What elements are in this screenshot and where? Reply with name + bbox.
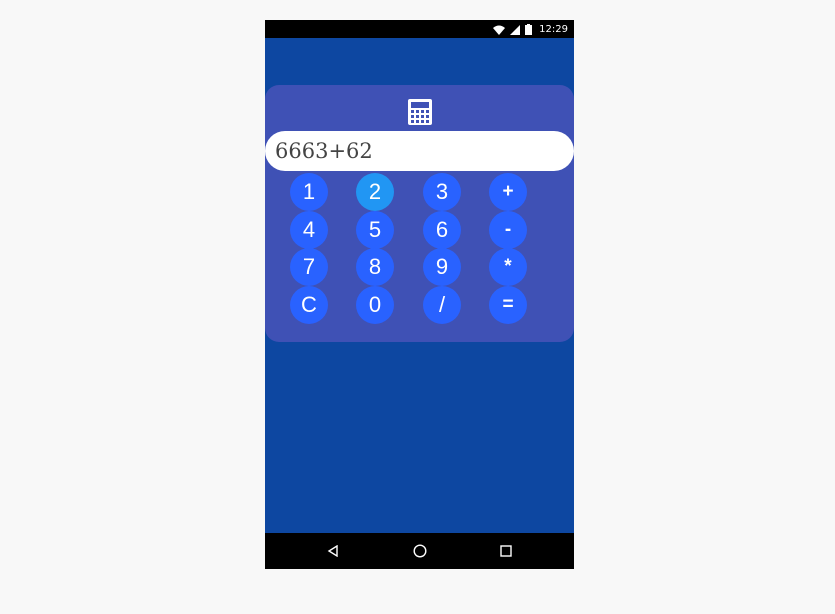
signal-icon [510,20,521,39]
status-time: 12:29 [539,23,568,35]
home-icon[interactable] [410,541,430,561]
key-9[interactable]: 9 [423,248,461,286]
back-icon[interactable] [323,541,343,561]
key-clear[interactable]: C [290,286,328,324]
battery-icon [525,20,533,39]
key-plus[interactable]: + [489,173,527,211]
key-6[interactable]: 6 [423,211,461,249]
key-minus[interactable]: - [489,211,527,249]
key-multiply[interactable]: * [489,248,527,286]
calculator-card: 6663+62 1 2 3 +4 5 6-7 8 9 * C 0/= [265,85,574,342]
key-7[interactable]: 7 [290,248,328,286]
navigation-bar [265,533,574,569]
phone-screen: 12:29 6663+62 1 2 3 +4 5 6-7 8 9 * C 0/= [265,20,574,569]
key-3[interactable]: 3 [423,173,461,211]
recents-icon[interactable] [496,541,516,561]
key-2[interactable]: 2 [356,173,394,211]
key-8[interactable]: 8 [356,248,394,286]
key-0[interactable]: 0 [356,286,394,324]
key-equals[interactable]: = [489,286,527,324]
key-divide[interactable]: / [423,286,461,324]
key-4[interactable]: 4 [290,211,328,249]
wifi-icon [493,20,506,39]
key-5[interactable]: 5 [356,211,394,249]
status-icons: 12:29 [493,20,568,38]
status-bar: 12:29 [265,20,574,38]
key-1[interactable]: 1 [290,173,328,211]
keypad: 1 2 3 +4 5 6- 7 8 9 * C 0 / = [265,85,574,342]
